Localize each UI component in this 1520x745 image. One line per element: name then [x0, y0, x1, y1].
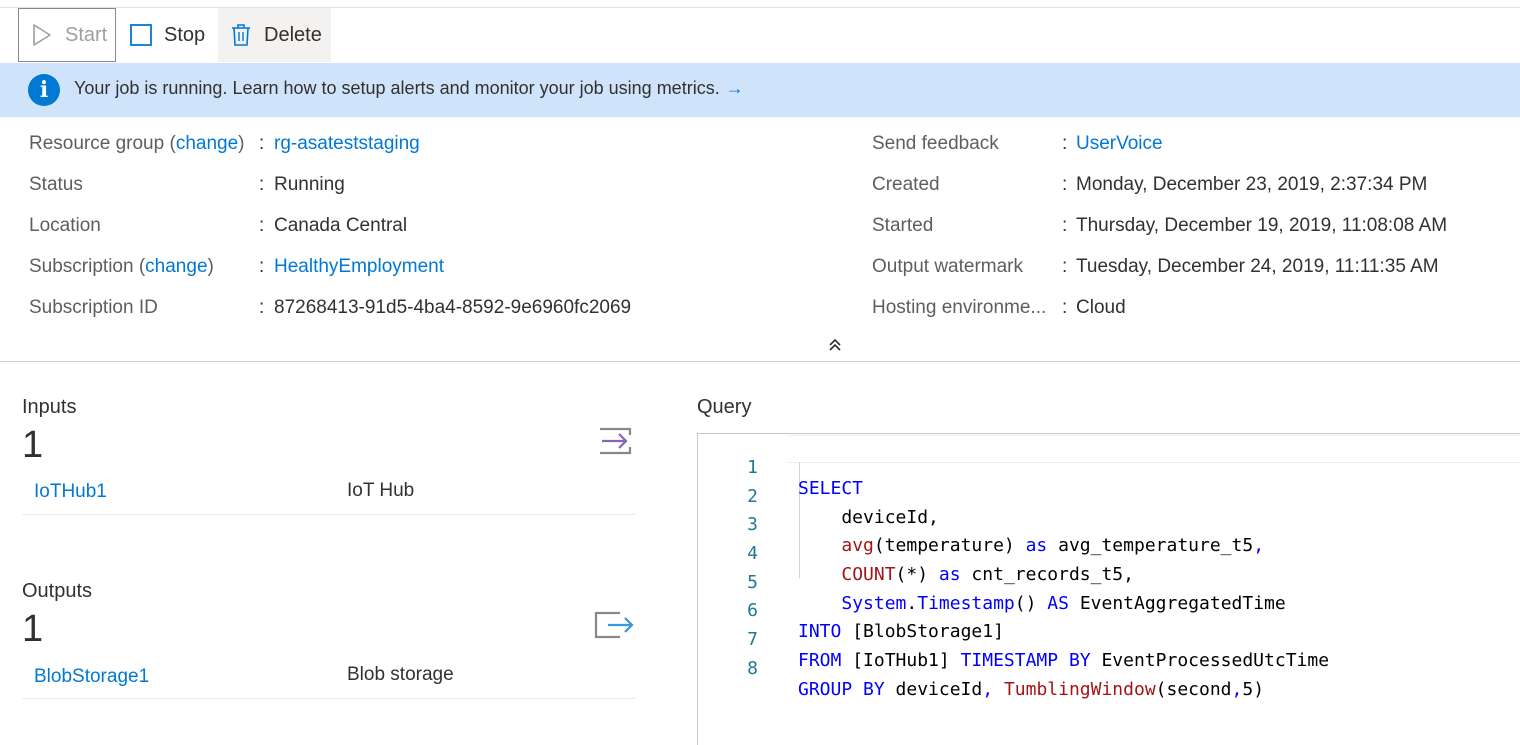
started-value: Thursday, December 19, 2019, 11:08:08 AM [1076, 215, 1448, 236]
section-divider [0, 361, 1520, 362]
hosting-environment-label: Hosting environme... [872, 297, 1047, 318]
uservoice-link[interactable]: UserVoice [1076, 133, 1163, 155]
banner-text: Your job is running. Learn how to setup … [74, 78, 720, 98]
started-label: Started [872, 215, 934, 236]
outputs-title: Outputs [22, 580, 93, 602]
input-item-iothub1[interactable]: IoTHub1 [34, 481, 107, 503]
essentials-row-hosting-environment: Hosting environme... : Cloud [872, 297, 1126, 318]
arrow-right-icon: → [725, 78, 744, 98]
query-editor[interactable]: 1 SELECT 2 deviceId, 3 avg(temperature) … [697, 433, 1520, 745]
essentials-row-created: Created : Monday, December 23, 2019, 2:3… [872, 174, 1428, 195]
line-number: 8 [747, 658, 758, 679]
inputs-title: Inputs [22, 396, 77, 418]
essentials-row-output-watermark: Output watermark : Tuesday, December 24,… [872, 256, 1439, 277]
play-icon [29, 22, 55, 48]
query-code: GROUP BY deviceId, TumblingWindow(second… [798, 679, 1265, 700]
inputs-count: 1 [22, 424, 44, 466]
output-row-divider [22, 698, 636, 699]
stop-label: Stop [164, 23, 206, 46]
essentials-panel: Resource group (change) : rg-asateststag… [0, 118, 1520, 361]
delete-label: Delete [264, 23, 322, 46]
created-value: Monday, December 23, 2019, 2:37:34 PM [1076, 174, 1428, 195]
query-line: 6 INTO [BlobStorage1] [698, 579, 1520, 642]
created-label: Created [872, 174, 940, 195]
query-line: 1 SELECT [698, 436, 1520, 499]
output-item-blobstorage1[interactable]: BlobStorage1 [34, 666, 149, 688]
essentials-row-started: Started : Thursday, December 19, 2019, 1… [872, 215, 1448, 236]
query-line: 2 deviceId, [698, 465, 1520, 528]
query-title: Query [697, 396, 752, 418]
command-bar: Start Stop Delete [0, 8, 1520, 62]
input-icon [596, 425, 636, 457]
query-line: 8 GROUP BY deviceId, TumblingWindow(seco… [698, 637, 1520, 700]
trash-icon [228, 22, 254, 48]
input-item-type: IoT Hub [347, 480, 415, 501]
info-icon: i [28, 74, 60, 106]
start-button[interactable]: Start [18, 8, 116, 62]
stop-icon [128, 22, 154, 48]
query-line: 4 COUNT(*) as cnt_records_t5, [698, 522, 1520, 585]
send-feedback-label: Send feedback [872, 133, 999, 154]
input-row-divider [22, 514, 636, 515]
output-item-type: Blob storage [347, 664, 454, 685]
info-banner[interactable]: i Your job is running. Learn how to setu… [0, 63, 1520, 117]
output-watermark-value: Tuesday, December 24, 2019, 11:11:35 AM [1076, 256, 1439, 277]
hosting-environment-value: Cloud [1076, 297, 1126, 318]
start-label: Start [65, 23, 108, 46]
banner-message[interactable]: Your job is running. Learn how to setup … [74, 78, 744, 99]
query-line: 3 avg(temperature) as avg_temperature_t5… [698, 493, 1520, 556]
output-watermark-label: Output watermark [872, 256, 1023, 277]
outputs-count: 1 [22, 608, 44, 650]
essentials-row-send-feedback: Send feedback : UserVoice [872, 133, 1163, 155]
output-icon [594, 609, 634, 641]
query-line: 7 FROM [IoTHub1] TIMESTAMP BY EventProce… [698, 608, 1520, 671]
delete-button[interactable]: Delete [218, 8, 331, 62]
collapse-essentials-icon[interactable] [826, 336, 844, 354]
stop-button[interactable]: Stop [128, 8, 216, 62]
query-line: 5 System.Timestamp() AS EventAggregatedT… [698, 551, 1520, 614]
